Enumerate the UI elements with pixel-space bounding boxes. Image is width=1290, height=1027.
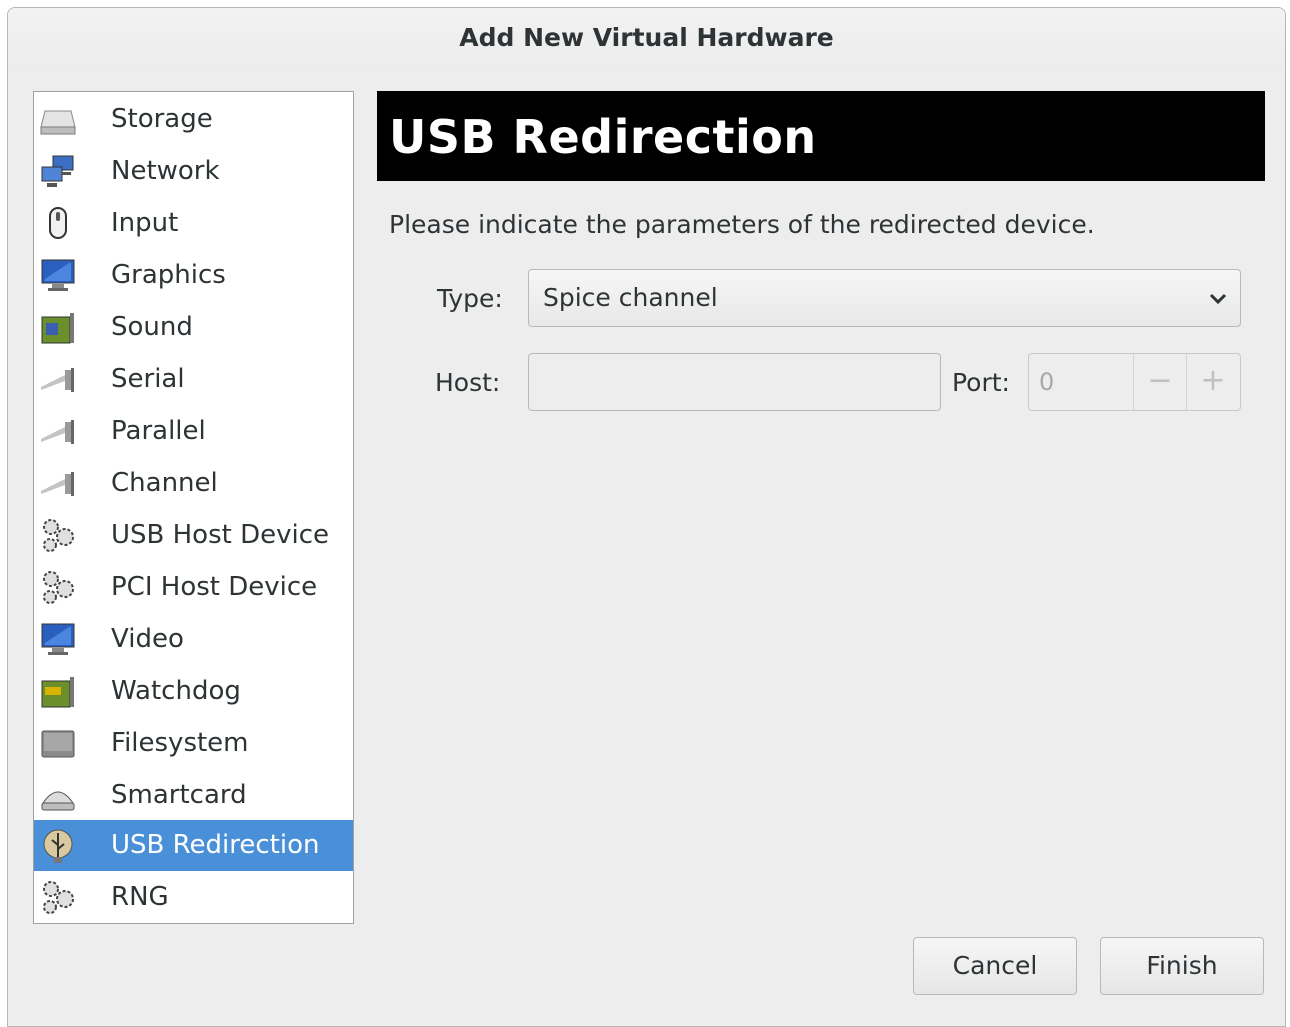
sidebar-item-usb-redirection[interactable]: USB Redirection <box>34 820 353 871</box>
cancel-button[interactable]: Cancel <box>913 937 1077 995</box>
sidebar-item-smartcard[interactable]: Smartcard <box>34 770 353 821</box>
hardware-list[interactable]: Storage Network Input Graphics Sound Ser… <box>33 91 354 924</box>
filesystem-icon <box>41 730 75 758</box>
port-increment-button[interactable]: + <box>1186 354 1239 410</box>
port-value[interactable]: 0 <box>1039 354 1054 410</box>
monitor-icon <box>41 259 75 291</box>
sidebar-item-serial[interactable]: Serial <box>34 354 353 405</box>
port-spinbutton[interactable]: 0 − + <box>1028 353 1241 411</box>
type-combobox[interactable]: Spice channel <box>528 269 1241 327</box>
dialog-title: Add New Virtual Hardware <box>8 8 1285 70</box>
gears-icon <box>43 571 74 604</box>
sidebar-item-watchdog[interactable]: Watchdog <box>34 666 353 717</box>
sound-card-icon <box>41 313 74 344</box>
sidebar-item-usb-host-device[interactable]: USB Host Device <box>34 510 353 561</box>
parallel-cable-icon <box>41 420 74 444</box>
sidebar-item-filesystem[interactable]: Filesystem <box>34 718 353 769</box>
host-input[interactable] <box>528 353 941 411</box>
type-combobox-value: Spice channel <box>543 283 718 312</box>
gears-icon <box>43 519 74 552</box>
smartcard-icon <box>41 791 75 811</box>
sidebar-item-video[interactable]: Video <box>34 614 353 665</box>
port-label: Port: <box>952 368 1010 397</box>
add-hardware-dialog: Add New Virtual Hardware Storage Network <box>7 7 1286 1027</box>
network-icon <box>41 155 74 187</box>
sidebar-item-channel[interactable]: Channel <box>34 458 353 509</box>
sidebar-item-input[interactable]: Input <box>34 198 353 249</box>
sidebar-item-graphics[interactable]: Graphics <box>34 250 353 301</box>
sidebar-item-pci-host-device[interactable]: PCI Host Device <box>34 562 353 613</box>
channel-cable-icon <box>41 472 74 496</box>
usb-icon <box>43 829 73 863</box>
port-decrement-button[interactable]: − <box>1133 354 1186 410</box>
sidebar-item-rng[interactable]: RNG <box>34 872 353 923</box>
sidebar-item-network[interactable]: Network <box>34 146 353 197</box>
type-label: Type: <box>437 284 503 313</box>
sidebar-item-storage[interactable]: Storage <box>34 94 353 145</box>
monitor-icon <box>41 623 75 655</box>
chevron-down-icon <box>1209 293 1227 305</box>
storage-icon <box>40 110 76 135</box>
sidebar-item-sound[interactable]: Sound <box>34 302 353 353</box>
watchdog-card-icon <box>41 677 74 708</box>
mouse-icon <box>49 207 67 239</box>
host-label: Host: <box>435 368 501 397</box>
sidebar-item-parallel[interactable]: Parallel <box>34 406 353 457</box>
finish-button[interactable]: Finish <box>1100 937 1264 995</box>
page-description: Please indicate the parameters of the re… <box>389 210 1095 239</box>
page-header-banner: USB Redirection <box>377 91 1265 181</box>
gears-icon <box>43 881 74 914</box>
page-title: USB Redirection <box>389 110 817 164</box>
serial-cable-icon <box>41 368 74 392</box>
